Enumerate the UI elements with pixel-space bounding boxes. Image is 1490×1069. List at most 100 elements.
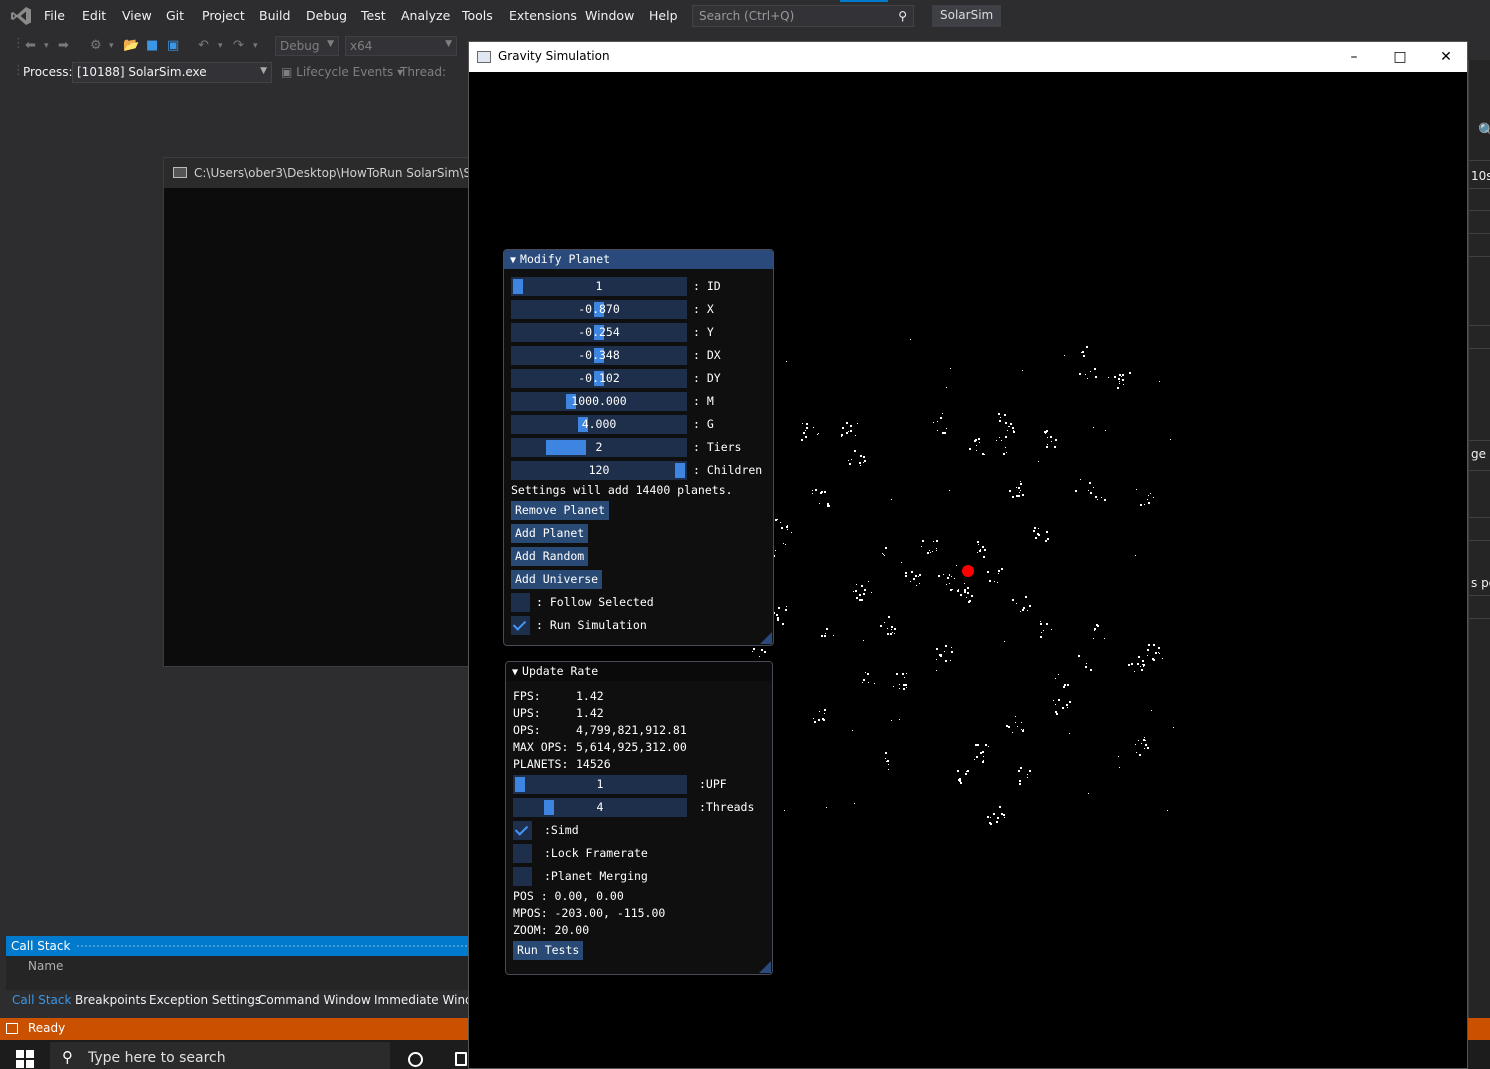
maximize-icon[interactable]: □	[1377, 42, 1423, 72]
menu-help[interactable]: Help	[649, 8, 678, 23]
planet-merging-checkbox[interactable]	[513, 867, 532, 886]
undo-dropdown-icon[interactable]: ▾	[218, 41, 223, 51]
menu-edit[interactable]: Edit	[82, 8, 106, 23]
back-dropdown-icon[interactable]: ▾	[44, 41, 49, 51]
lock-framerate-checkbox[interactable]	[513, 844, 532, 863]
add-universe-button[interactable]: Add Universe	[511, 570, 603, 589]
simd-checkbox[interactable]	[513, 821, 532, 840]
collapse-triangle-icon[interactable]: ▼	[510, 255, 516, 266]
slider-upf[interactable]: 1	[513, 775, 687, 794]
run-simulation-checkbox[interactable]	[511, 616, 530, 635]
resize-grip-icon[interactable]	[759, 961, 771, 973]
menu-project[interactable]: Project	[202, 8, 245, 23]
redo-dropdown-icon[interactable]: ▾	[253, 41, 258, 51]
menu-analyze[interactable]: Analyze	[401, 8, 450, 23]
forward-icon[interactable]: ➡	[58, 38, 69, 53]
remove-planet-button[interactable]: Remove Planet	[511, 501, 610, 520]
new-project-icon[interactable]: ⚙	[90, 38, 102, 53]
planet-dot	[964, 589, 966, 591]
close-icon[interactable]: ✕	[1423, 42, 1469, 72]
menu-test[interactable]: Test	[361, 8, 386, 23]
slider-threads[interactable]: 4	[513, 798, 687, 817]
follow-selected-checkbox[interactable]	[511, 593, 530, 612]
undo-icon[interactable]: ↶	[198, 38, 209, 53]
planet-dot	[940, 417, 942, 419]
zoom-icon[interactable]: 🔍	[1478, 123, 1490, 139]
planet-dot	[1035, 537, 1037, 539]
menu-build[interactable]: Build	[259, 8, 290, 23]
planet-dot	[1003, 814, 1005, 816]
planet-dot	[954, 578, 955, 579]
tab-command-window[interactable]: Command Window	[258, 993, 371, 1007]
slider-x[interactable]: -0.870	[511, 300, 687, 319]
menu-tools[interactable]: Tools	[462, 8, 493, 23]
redo-icon[interactable]: ↷	[233, 38, 244, 53]
add-planet-button[interactable]: Add Planet	[511, 524, 589, 543]
menu-view[interactable]: View	[122, 8, 152, 23]
save-all-icon[interactable]: ▣	[167, 38, 179, 53]
configuration-dropdown[interactable]: Debug ▼	[275, 36, 339, 56]
planet-dot	[884, 555, 885, 556]
console-window[interactable]: C:\Users\ober3\Desktop\HowToRun SolarSim…	[163, 157, 517, 667]
add-random-button[interactable]: Add Random	[511, 547, 589, 566]
slider-dx[interactable]: -0.348	[511, 346, 687, 365]
console-titlebar[interactable]: C:\Users\ober3\Desktop\HowToRun SolarSim…	[164, 158, 517, 188]
run-tests-button[interactable]: Run Tests	[513, 941, 584, 960]
slider-tiers[interactable]: 2	[511, 438, 687, 457]
tab-breakpoints[interactable]: Breakpoints	[75, 993, 146, 1007]
modify-planet-titlebar[interactable]: ▼ Modify Planet	[504, 250, 773, 269]
planet-dot	[1145, 744, 1147, 746]
menu-window[interactable]: Window	[585, 8, 634, 23]
slider-g[interactable]: 4.000	[511, 415, 687, 434]
task-view-icon[interactable]	[455, 1052, 467, 1066]
search-box[interactable]: Search (Ctrl+Q) ⚲	[692, 5, 914, 27]
slider-id[interactable]: 1	[511, 277, 687, 296]
slider-m[interactable]: 1000.000	[511, 392, 687, 411]
taskbar-search-box[interactable]: ⚲ Type here to search	[50, 1042, 390, 1069]
menu-git[interactable]: Git	[166, 8, 184, 23]
visual-studio-logo-icon[interactable]	[10, 6, 32, 26]
selected-planet[interactable]	[962, 565, 974, 577]
planet-dot	[884, 622, 885, 623]
slider-dy[interactable]: -0.102	[511, 369, 687, 388]
planet-dot	[1038, 461, 1039, 462]
planet-dot	[1012, 599, 1014, 601]
menu-extensions[interactable]: Extensions	[509, 8, 577, 23]
tab-exception-settings[interactable]: Exception Settings	[149, 993, 261, 1007]
lifecycle-events-button[interactable]: ▣ Lifecycle Events ▾	[281, 65, 403, 79]
cortana-icon[interactable]	[408, 1052, 423, 1067]
process-dropdown[interactable]: [10188] SolarSim.exe ▼	[72, 62, 272, 83]
planet-dot	[891, 720, 892, 721]
planet-dot	[949, 575, 950, 576]
windows-start-icon[interactable]	[16, 1050, 34, 1068]
stat-fps-value: 1.42	[576, 689, 604, 703]
tab-call-stack[interactable]: Call Stack	[12, 993, 71, 1007]
open-folder-icon[interactable]: 📂	[123, 38, 139, 53]
menu-file[interactable]: File	[44, 8, 65, 23]
planet-dot	[998, 573, 999, 574]
planet-dot	[946, 584, 947, 585]
back-icon[interactable]: ⬅	[25, 38, 36, 53]
planet-dot	[957, 770, 959, 772]
sim-titlebar[interactable]: Gravity Simulation – □ ✕	[469, 42, 1467, 72]
slider-children[interactable]: 120	[511, 461, 687, 480]
minimize-icon[interactable]: –	[1331, 42, 1377, 72]
planet-dot	[905, 572, 907, 574]
update-rate-titlebar[interactable]: ▼ Update Rate	[506, 662, 772, 681]
stat-key: UPS:	[513, 706, 541, 720]
planet-dot	[781, 527, 783, 529]
menu-debug[interactable]: Debug	[306, 8, 347, 23]
slider-y[interactable]: -0.254	[511, 323, 687, 342]
platform-dropdown[interactable]: x64 ▼	[345, 36, 457, 56]
planet-dot	[1135, 744, 1136, 745]
callstack-panel-header[interactable]: Call Stack	[6, 936, 476, 956]
save-icon[interactable]: ■	[146, 38, 158, 53]
planet-dot	[969, 448, 971, 450]
resize-grip-icon[interactable]	[760, 632, 772, 644]
collapse-triangle-icon[interactable]: ▼	[512, 667, 518, 678]
update-rate-panel[interactable]: ▼ Update Rate FPS: 1.42 UPS: 1.42 OPS: 4,…	[505, 661, 773, 975]
planet-dot	[848, 431, 849, 432]
column-header-name[interactable]: Name	[28, 959, 63, 973]
new-dropdown-icon[interactable]: ▾	[109, 41, 114, 51]
modify-planet-panel[interactable]: ▼ Modify Planet 1 : ID -0.870 : X -0.254 …	[503, 249, 774, 646]
